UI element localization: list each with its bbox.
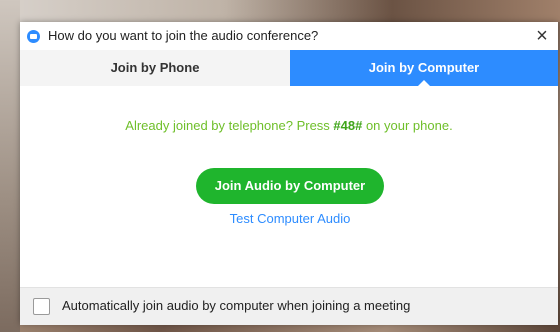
footer: Automatically join audio by computer whe… bbox=[20, 287, 558, 325]
auto-join-label[interactable]: Automatically join audio by computer whe… bbox=[62, 298, 410, 313]
background-top bbox=[0, 0, 560, 22]
tab-label: Join by Computer bbox=[368, 60, 480, 75]
audio-conference-dialog: How do you want to join the audio confer… bbox=[20, 22, 560, 325]
phone-join-hint: Already joined by telephone? Press #48# … bbox=[20, 118, 558, 133]
hint-text-before: Already joined by telephone? Press bbox=[125, 118, 334, 133]
join-audio-button[interactable]: Join Audio by Computer bbox=[196, 168, 384, 204]
zoom-logo-icon bbox=[27, 30, 40, 43]
test-computer-audio-link[interactable]: Test Computer Audio bbox=[20, 211, 560, 226]
close-button[interactable]: × bbox=[532, 25, 552, 47]
caret-up-icon bbox=[417, 80, 431, 87]
background-left bbox=[0, 0, 20, 332]
tab-join-by-computer[interactable]: Join by Computer bbox=[290, 50, 558, 87]
title-bar: How do you want to join the audio confer… bbox=[20, 22, 558, 50]
dialog-title: How do you want to join the audio confer… bbox=[48, 28, 319, 43]
hint-text-after: on your phone. bbox=[362, 118, 453, 133]
tab-join-by-phone[interactable]: Join by Phone bbox=[20, 50, 290, 86]
hint-code: #48# bbox=[333, 118, 363, 133]
tab-bar: Join by Phone Join by Computer bbox=[20, 50, 558, 87]
auto-join-checkbox[interactable] bbox=[33, 298, 50, 315]
